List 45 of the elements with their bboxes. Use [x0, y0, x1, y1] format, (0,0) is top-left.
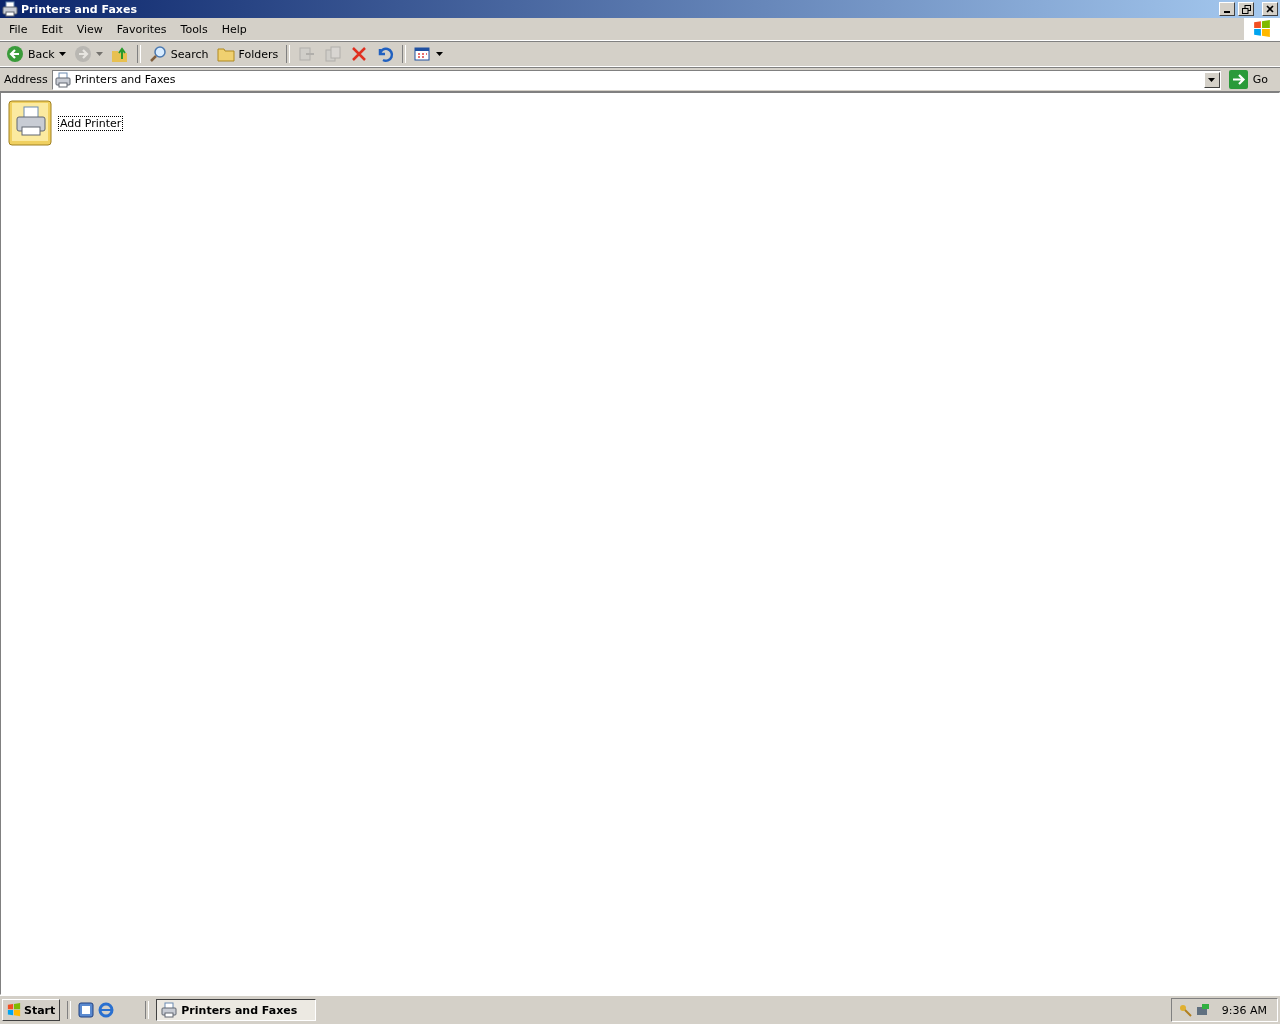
window-title: Printers and Faxes — [21, 2, 138, 16]
printer-icon — [161, 1002, 178, 1018]
desktop-icon — [78, 1002, 95, 1018]
folder-up-icon — [110, 45, 129, 63]
move-to-icon — [298, 45, 317, 63]
windows-logo-icon — [1253, 20, 1271, 38]
menu-item[interactable]: Tools — [173, 20, 215, 38]
toolbar-button[interactable]: Folders — [213, 44, 282, 64]
restore-icon — [1241, 4, 1251, 14]
monitor-icon — [1195, 1003, 1210, 1017]
taskbar-button[interactable]: Printers and Faxes — [156, 999, 317, 1021]
quick-launch-button[interactable] — [78, 1002, 95, 1018]
folder-icon — [216, 45, 235, 63]
menu-item[interactable]: Edit — [34, 20, 70, 38]
delete-icon — [350, 45, 369, 63]
clock: 9:36 AM — [1221, 1003, 1267, 1017]
address-field[interactable]: Printers and Faxes — [51, 69, 1221, 90]
menu-item[interactable]: Favorites — [109, 20, 174, 38]
go-arrow-icon — [1228, 70, 1248, 89]
close-icon — [1266, 5, 1274, 13]
copy-to-icon — [324, 45, 343, 63]
toolbar-button[interactable]: Back — [3, 44, 69, 64]
back-arrow-icon — [6, 45, 24, 63]
menu-item[interactable]: Help — [214, 20, 254, 38]
quick-launch-button[interactable] — [98, 1002, 115, 1018]
windows-logo-icon — [7, 1003, 21, 1017]
item-label[interactable]: Add Printer — [58, 115, 124, 131]
menu-item[interactable]: View — [69, 20, 110, 38]
search-icon — [148, 45, 167, 63]
browser-icon — [98, 1002, 115, 1018]
toolbar-button[interactable]: Search — [145, 44, 212, 64]
menu-item[interactable]: File — [2, 20, 35, 38]
minimize-button[interactable] — [1219, 2, 1235, 16]
add-printer-icon[interactable] — [8, 99, 54, 147]
close-button[interactable] — [1262, 2, 1278, 16]
printer-icon — [54, 71, 71, 88]
go-button[interactable]: Go — [1224, 70, 1276, 89]
views-icon — [414, 45, 433, 63]
dropdown-button[interactable] — [1203, 71, 1220, 88]
address-label: Address — [4, 73, 48, 86]
start-button[interactable]: Start — [2, 999, 61, 1021]
restore-button[interactable] — [1238, 2, 1254, 16]
undo-icon — [376, 45, 395, 63]
keys-icon — [1177, 1003, 1192, 1017]
caret-icon — [1208, 77, 1216, 82]
